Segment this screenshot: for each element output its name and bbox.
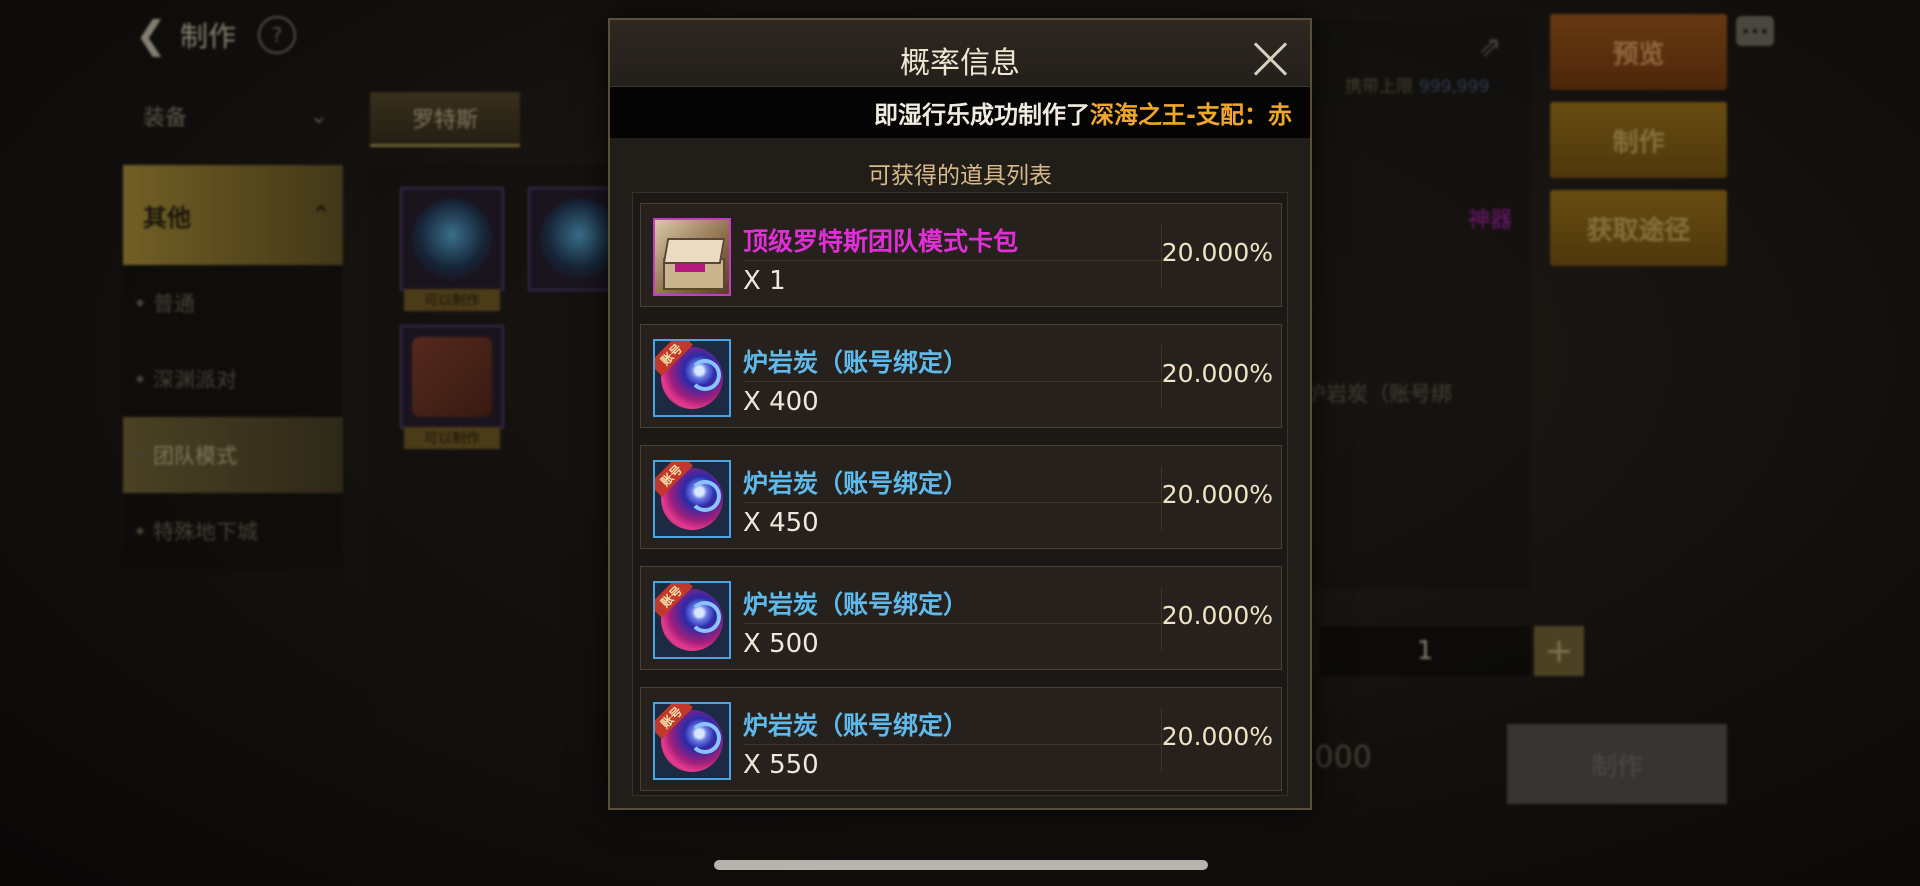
reward-quantity: X 550: [743, 750, 819, 780]
reward-row[interactable]: 账号 炉岩炭（账号绑定） X 550 20.000%: [640, 687, 1282, 791]
reward-quantity: X 400: [743, 387, 819, 417]
lava-coal-icon: 账号: [653, 702, 731, 780]
reward-list[interactable]: 顶级罗特斯团队模式卡包 X 1 20.000% 账号 炉岩炭（账号绑定） X 4…: [632, 192, 1288, 796]
reward-quantity: X 1: [743, 266, 786, 296]
craft-notice-bar: 即湿行乐成功制作了 深海之王-支配：赤: [610, 86, 1310, 138]
modal-title: 概率信息: [900, 46, 1020, 81]
notice-text: 即湿行乐成功制作了: [874, 101, 1091, 129]
lava-coal-icon: 账号: [653, 339, 731, 417]
reward-row[interactable]: 账号 炉岩炭（账号绑定） X 450 20.000%: [640, 445, 1282, 549]
reward-name: 炉岩炭（账号绑定）: [743, 711, 969, 740]
reward-row[interactable]: 账号 炉岩炭（账号绑定） X 400 20.000%: [640, 324, 1282, 428]
lava-coal-icon: 账号: [653, 581, 731, 659]
reward-probability: 20.000%: [1161, 238, 1273, 267]
reward-probability: 20.000%: [1161, 722, 1273, 751]
reward-quantity: X 500: [743, 629, 819, 659]
reward-name: 炉岩炭（账号绑定）: [743, 348, 969, 377]
obtainable-items-title: 可获得的道具列表: [868, 163, 1052, 189]
close-icon[interactable]: [1250, 38, 1290, 78]
reward-row[interactable]: 顶级罗特斯团队模式卡包 X 1 20.000%: [640, 203, 1282, 307]
modal-header: 概率信息: [610, 20, 1310, 86]
reward-probability: 20.000%: [1161, 359, 1273, 388]
reward-name: 炉岩炭（账号绑定）: [743, 469, 969, 498]
reward-quantity: X 450: [743, 508, 819, 538]
reward-name: 炉岩炭（账号绑定）: [743, 590, 969, 619]
reward-name: 顶级罗特斯团队模式卡包: [743, 227, 1019, 256]
reward-probability: 20.000%: [1161, 601, 1273, 630]
reward-row[interactable]: 账号 炉岩炭（账号绑定） X 500 20.000%: [640, 566, 1282, 670]
home-indicator[interactable]: [714, 860, 1208, 870]
card-pack-icon: [653, 218, 731, 296]
lava-coal-icon: 账号: [653, 460, 731, 538]
probability-info-modal: 概率信息 即湿行乐成功制作了 深海之王-支配：赤 可获得的道具列表 顶级罗特斯团队…: [608, 18, 1312, 810]
notice-item-name: 深海之王-支配：赤: [1090, 101, 1292, 129]
reward-probability: 20.000%: [1161, 480, 1273, 509]
